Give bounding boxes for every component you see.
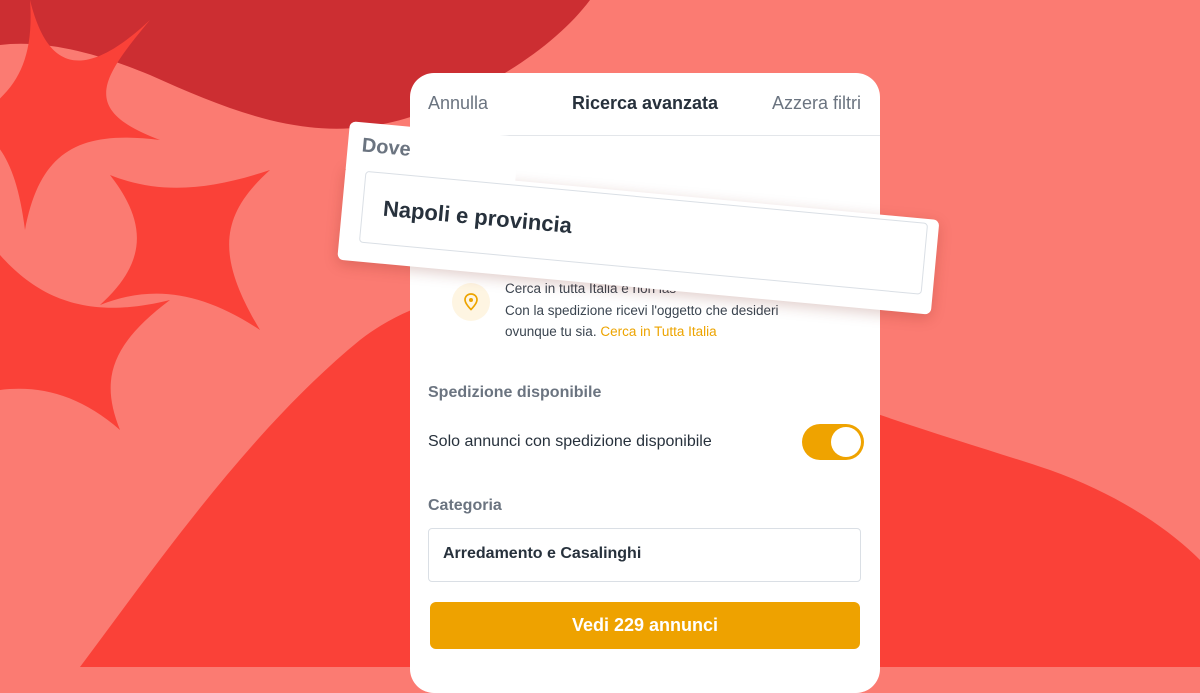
- map-pin-icon: [452, 283, 490, 321]
- shipping-toggle[interactable]: [802, 424, 864, 460]
- hint-line-2: Con la spedizione ricevi l'oggetto che d…: [505, 302, 779, 318]
- hint-line-3: ovunque tu sia. Cerca in Tutta Italia: [505, 321, 845, 343]
- category-value: Arredamento e Casalinghi: [443, 545, 642, 562]
- show-results-button[interactable]: Vedi 229 annunci: [430, 602, 860, 649]
- shipping-section-label: Spedizione disponibile: [428, 384, 602, 401]
- category-section-label: Categoria: [428, 497, 502, 514]
- reset-filters-button[interactable]: Azzera filtri: [772, 93, 861, 114]
- toggle-knob: [831, 427, 861, 457]
- category-select[interactable]: Arredamento e Casalinghi: [428, 528, 861, 582]
- show-results-label: Vedi 229 annunci: [571, 615, 719, 635]
- panel-header: Annulla Ricerca avanzata Azzera filtri: [410, 73, 880, 136]
- sparkle-shape-mid: [100, 170, 270, 330]
- shipping-toggle-label: Solo annunci con spedizione disponibile: [428, 433, 712, 450]
- location-value: Napoli e provincia: [382, 195, 574, 239]
- hint-line-3-text: ovunque tu sia.: [505, 324, 597, 339]
- location-label: Dove: [360, 134, 412, 161]
- search-all-italy-link[interactable]: Cerca in Tutta Italia: [600, 324, 716, 339]
